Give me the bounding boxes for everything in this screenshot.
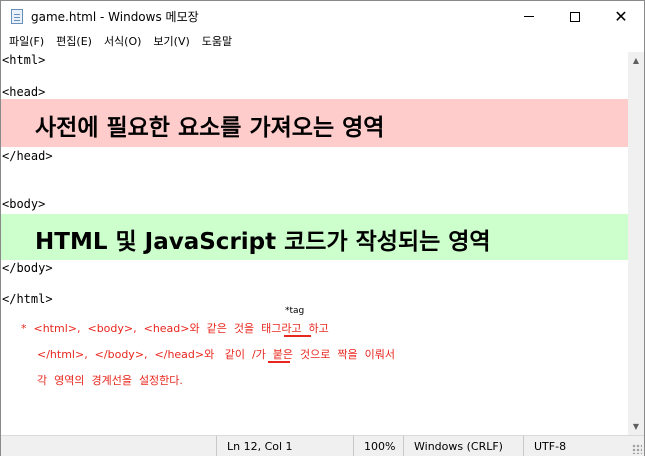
status-encoding: UTF-8: [523, 436, 631, 456]
body-region-label: HTML 및 JavaScript 코드가 작성되는 영역: [35, 229, 491, 255]
close-icon: ✕: [614, 6, 628, 26]
text-editor[interactable]: <html> <head> 사전에 필요한 요소를 가져오는 영역 </head…: [1, 52, 628, 435]
menu-bar: 파일(F) 편집(E) 서식(O) 보기(V) 도움말: [1, 32, 644, 52]
scroll-up-arrow-icon[interactable]: ▲: [628, 52, 644, 69]
menu-help[interactable]: 도움말: [196, 32, 238, 52]
head-region-highlight: 사전에 필요한 요소를 가져오는 영역: [1, 99, 628, 147]
menu-view[interactable]: 보기(V): [147, 32, 195, 52]
window-title: game.html - Windows 메모장: [31, 10, 199, 24]
annotation-line-2: </html>, </body>, </head>와 같이 /가 붙은 것으로 …: [37, 348, 395, 361]
status-cursor-position: Ln 12, Col 1: [216, 436, 353, 456]
annotation-line-3: 각 영역의 경계선을 설정한다.: [37, 374, 183, 387]
slash-underline-mark: [268, 361, 290, 363]
status-line-ending: Windows (CRLF): [403, 436, 523, 456]
title-bar[interactable]: game.html - Windows 메모장 ✕: [1, 1, 644, 32]
close-button[interactable]: ✕: [598, 1, 644, 32]
menu-file[interactable]: 파일(F): [3, 32, 50, 52]
code-line-html-close: </html>: [2, 292, 53, 306]
vertical-scrollbar[interactable]: ▲ ▼: [628, 52, 644, 435]
tag-superscript: *tag: [285, 306, 305, 316]
minimize-button[interactable]: [506, 1, 552, 32]
code-line-head-close: </head>: [2, 149, 53, 163]
notepad-icon: [11, 9, 23, 24]
annotation-line-1: * <html>, <body>, <head>와 같은 것을 태그라고 하고: [21, 322, 329, 335]
menu-edit[interactable]: 편집(E): [50, 32, 98, 52]
code-line-body-close: </body>: [2, 261, 53, 275]
resize-grip-icon[interactable]: [632, 444, 642, 454]
tag-underline-mark: [284, 335, 311, 337]
menu-format[interactable]: 서식(O): [98, 32, 147, 52]
notepad-window: game.html - Windows 메모장 ✕ 파일(F) 편집(E) 서식…: [0, 0, 645, 456]
minimize-icon: [524, 16, 534, 17]
status-bar: Ln 12, Col 1 100% Windows (CRLF) UTF-8: [1, 435, 644, 456]
code-line-body-open: <body>: [2, 197, 46, 211]
code-line-head-open: <head>: [2, 85, 46, 99]
maximize-button[interactable]: [552, 1, 598, 32]
head-region-label: 사전에 필요한 요소를 가져오는 영역: [35, 115, 385, 141]
scroll-down-arrow-icon[interactable]: ▼: [628, 418, 644, 435]
maximize-icon: [570, 11, 580, 22]
code-line-html-open: <html>: [2, 53, 46, 67]
status-zoom: 100%: [353, 436, 403, 456]
body-region-highlight: HTML 및 JavaScript 코드가 작성되는 영역: [1, 214, 628, 260]
